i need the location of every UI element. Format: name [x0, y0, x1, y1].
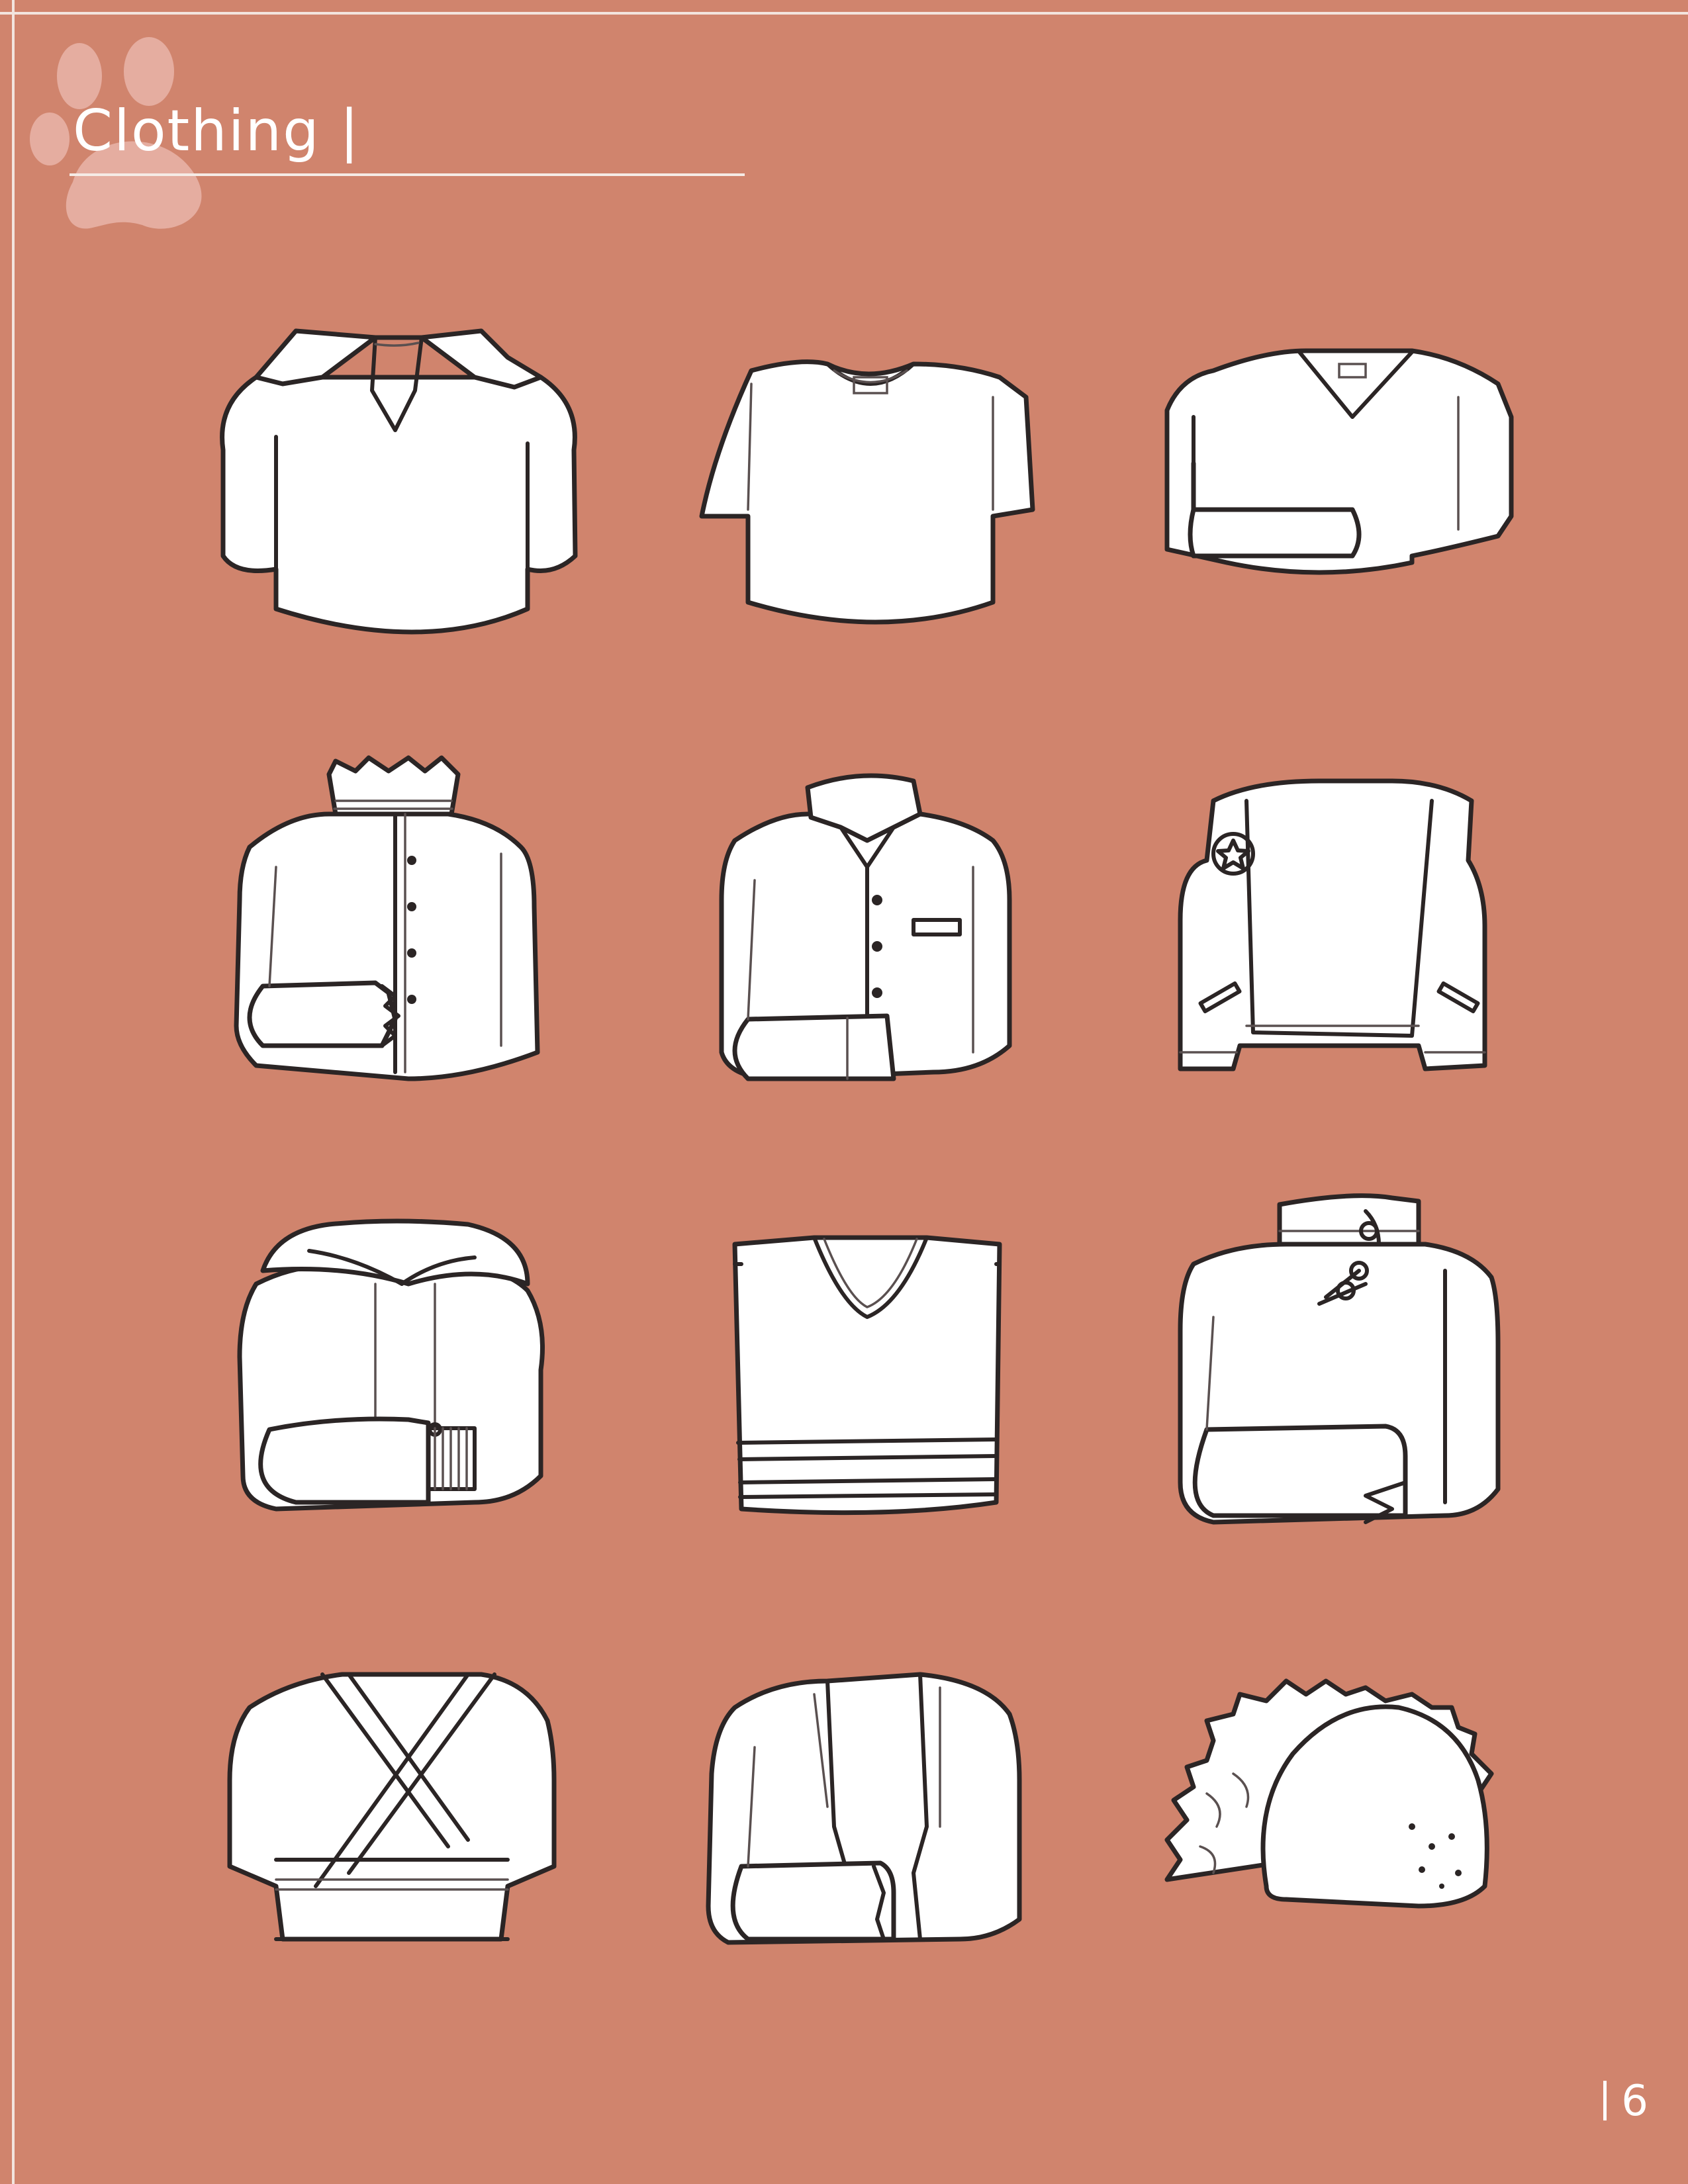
page-number-separator: [1603, 2081, 1607, 2120]
left-border-line: [12, 0, 15, 2184]
garment-cell: [1090, 1158, 1562, 1595]
taco-icon: [1164, 1678, 1494, 1909]
page-title-text: Clothing: [73, 98, 320, 164]
title-separator: |: [340, 98, 361, 164]
garment-cell: [146, 1595, 618, 2032]
clothing-grid: [146, 285, 1562, 2032]
wrap-top-icon: [227, 1672, 557, 1942]
v-neck-sweater-vest-icon: [732, 1235, 1002, 1516]
open-cardigan-icon: [706, 1672, 1022, 1945]
hoodie-icon: [237, 1218, 545, 1512]
page-number: 6: [1603, 2077, 1648, 2126]
v-neck-sweater-icon: [1164, 348, 1514, 575]
garment-cell: [1090, 721, 1562, 1158]
garment-cell: [146, 721, 618, 1158]
garment-cell: [146, 1158, 618, 1595]
garment-cell: [146, 285, 618, 721]
garment-cell: [618, 1158, 1090, 1595]
title-underline: [70, 173, 745, 176]
garment-cell: [618, 721, 1090, 1158]
top-border-line: [0, 12, 1688, 15]
garment-cell: [1090, 285, 1562, 721]
garment-cell: [1090, 1595, 1562, 2032]
page-title: Clothing |: [73, 98, 360, 164]
button-up-shirt-icon: [719, 773, 1012, 1081]
page-number-text: 6: [1621, 2077, 1648, 2126]
t-shirt-icon: [699, 359, 1035, 625]
page-frame: Clothing | 6: [0, 0, 1688, 2184]
garment-cell: [618, 285, 1090, 721]
garment-cell: [618, 1595, 1090, 2032]
polo-shirt-icon: [219, 328, 578, 635]
open-vest-icon: [1178, 778, 1487, 1071]
ruffle-collar-cardigan-icon: [234, 755, 540, 1081]
mandarin-collar-jacket-icon: [1178, 1193, 1501, 1525]
